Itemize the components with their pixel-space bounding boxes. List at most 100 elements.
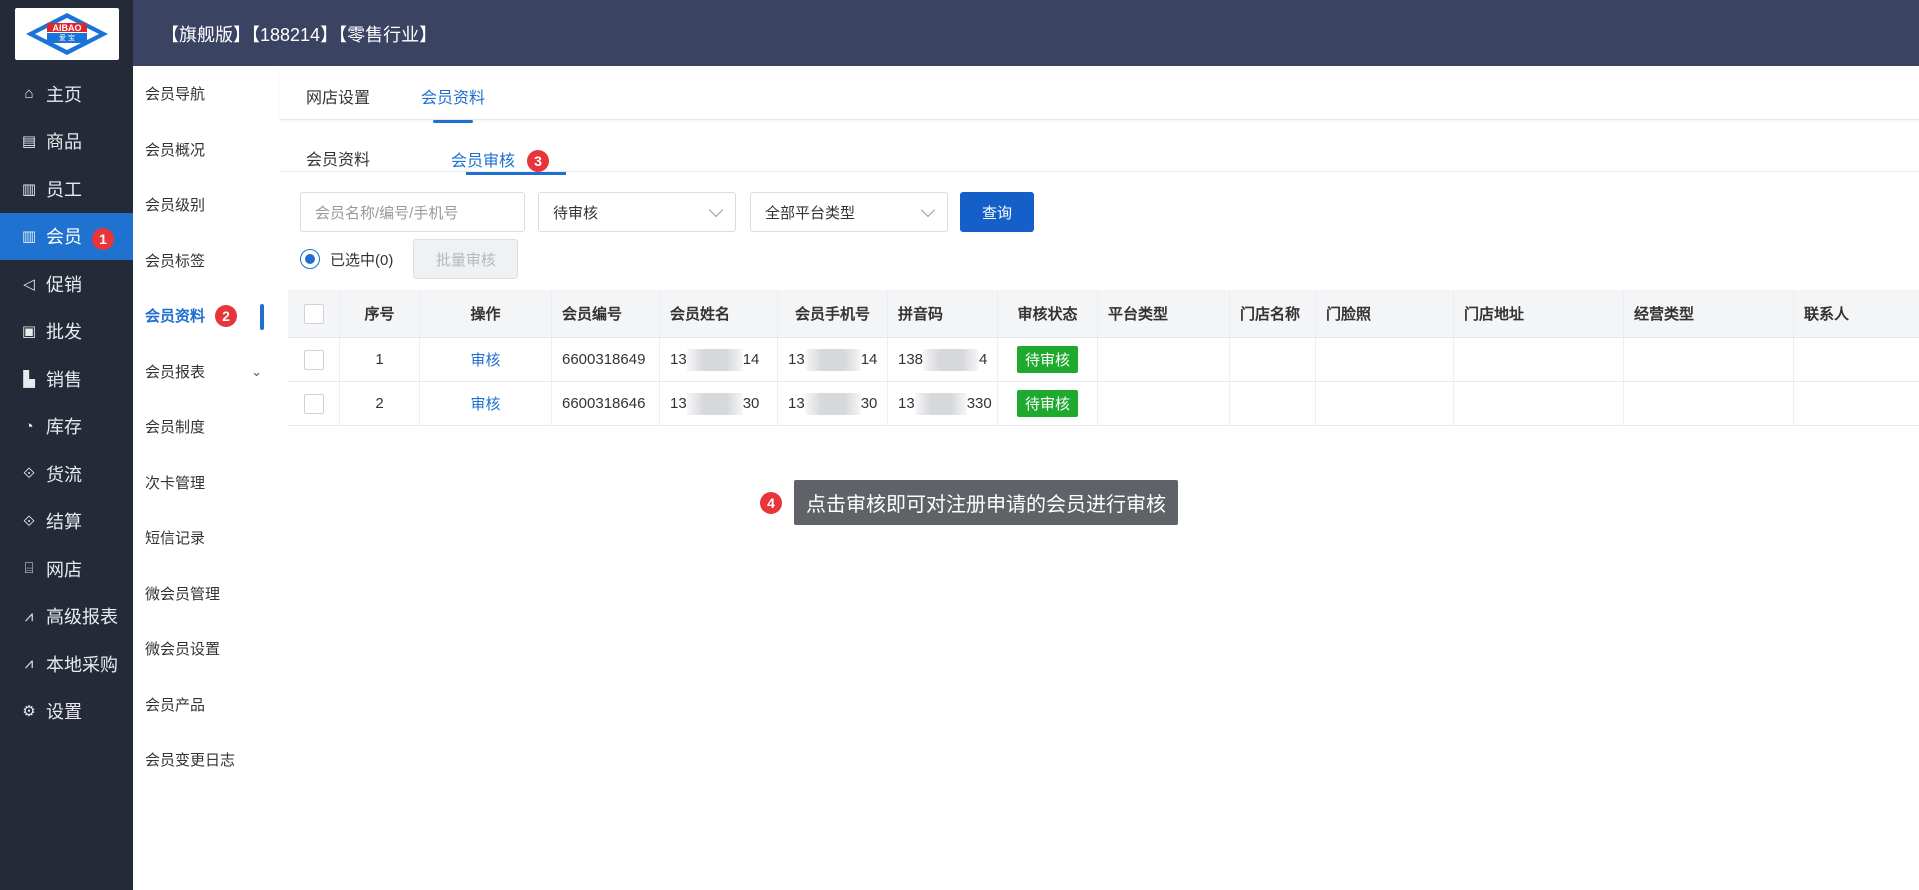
tab-member-profile[interactable]: 会员资料 xyxy=(421,84,485,123)
text-suffix: 330 xyxy=(966,395,992,412)
submenu-label: 会员导航 xyxy=(145,86,206,104)
submenu-item-level[interactable]: 会员级别 xyxy=(133,177,280,233)
active-indicator xyxy=(260,304,264,330)
radio-dot xyxy=(305,254,315,264)
promo-icon: ◁ xyxy=(23,275,35,293)
submenu-item-rules[interactable]: 会员制度 xyxy=(133,399,280,455)
status-select[interactable]: 待审核 xyxy=(538,192,736,232)
cell-status: 待审核 xyxy=(998,338,1098,381)
cell-phone: 13 14 xyxy=(778,338,888,381)
top-header: 【旗舰版】【188214】【零售行业】 xyxy=(133,0,1919,66)
col-header: 拼音码 xyxy=(888,290,998,337)
step-badge-2: 2 xyxy=(215,304,238,327)
submenu-label: 会员报表 xyxy=(145,363,206,381)
cell-store-name xyxy=(1230,338,1316,381)
batch-review-button[interactable]: 批量审核 xyxy=(413,239,519,279)
cell-platform xyxy=(1098,382,1230,425)
nav-label: 批发 xyxy=(46,322,82,343)
cell-action: 审核 xyxy=(420,338,552,381)
cell-member-no: 6600318646 xyxy=(552,382,660,425)
col-header: 经营类型 xyxy=(1624,290,1794,337)
col-header: 操作 xyxy=(420,290,552,337)
nav-label: 促销 xyxy=(46,274,82,295)
nav-item-member[interactable]: ▥ 会员 1 xyxy=(0,212,133,260)
cell-store-address xyxy=(1454,338,1624,381)
submenu-item-products[interactable]: 会员产品 xyxy=(133,677,280,733)
search-input[interactable]: 会员名称/编号/手机号 xyxy=(300,192,525,232)
stock-icon: ◔ xyxy=(24,417,34,435)
submenu-item-micro-settings[interactable]: 微会员设置 xyxy=(133,621,280,677)
submenu-item-member-profile[interactable]: 会员资料 2 xyxy=(133,288,280,344)
nav-item-goods[interactable]: ▤ 商品 xyxy=(0,118,133,166)
selected-radio[interactable] xyxy=(300,249,320,269)
nav-item-sales[interactable]: ▙ 销售 xyxy=(0,355,133,403)
nav-item-reports[interactable]: ⩘ 高级报表 xyxy=(0,593,133,641)
nav-item-promo[interactable]: ◁ 促销 xyxy=(0,260,133,308)
text-suffix: 14 xyxy=(742,351,760,368)
row-checkbox[interactable] xyxy=(303,349,324,370)
cell-member-no: 6600318649 xyxy=(552,338,660,381)
submenu-item-micro-manage[interactable]: 微会员管理 xyxy=(133,566,280,622)
cell-index: 2 xyxy=(340,382,420,425)
nav-item-stock[interactable]: ◔ 库存 xyxy=(0,403,133,451)
nav-item-home[interactable]: ⌂ 主页 xyxy=(0,70,133,118)
chart-icon: ⩘ xyxy=(24,607,34,625)
table-row: 2 审核 6600318646 13 30 13 30 13 330 待审核 xyxy=(288,382,1919,426)
logo-subtext: 爱 宝 xyxy=(59,35,75,42)
platform-select[interactable]: 全部平台类型 xyxy=(750,192,948,232)
redaction-blur xyxy=(914,392,967,415)
submenu-label: 会员制度 xyxy=(145,419,206,437)
submenu-item-overview[interactable]: 会员概况 xyxy=(133,122,280,178)
nav-item-staff[interactable]: ▥ 员工 xyxy=(0,165,133,213)
chevron-down-icon: ⌄ xyxy=(251,363,262,379)
filter-bar: 会员名称/编号/手机号 待审核 全部平台类型 查询 xyxy=(280,192,1919,236)
submenu-item-change-log[interactable]: 会员变更日志 xyxy=(133,732,280,788)
app-logo[interactable]: AIBAO 爱 宝 xyxy=(15,8,119,60)
select-all-checkbox[interactable] xyxy=(303,303,324,324)
row-checkbox[interactable] xyxy=(303,393,324,414)
flow-icon: ⟐ xyxy=(23,465,35,483)
select-value: 待审核 xyxy=(553,204,599,222)
text-suffix: 14 xyxy=(860,351,878,368)
submenu-item-tags[interactable]: 会员标签 xyxy=(133,233,280,289)
nav-item-purchase[interactable]: ⩘ 本地采购 xyxy=(0,640,133,688)
nav-item-flow[interactable]: ⟐ 货流 xyxy=(0,450,133,498)
submenu-item-reports[interactable]: 会员报表 ⌄ xyxy=(133,344,280,400)
tab-member-data[interactable]: 会员资料 xyxy=(306,146,370,170)
nav-label: 主页 xyxy=(46,84,82,105)
tab-shop-settings[interactable]: 网店设置 xyxy=(306,84,370,108)
review-link[interactable]: 审核 xyxy=(470,349,500,370)
nav-item-wholesale[interactable]: ▣ 批发 xyxy=(0,308,133,356)
nav-label: 本地采购 xyxy=(46,654,118,675)
nav-item-shop[interactable]: ⌸ 网店 xyxy=(0,545,133,593)
text-suffix: 30 xyxy=(860,395,878,412)
text-suffix: 4 xyxy=(979,351,988,368)
submenu-item-card-manage[interactable]: 次卡管理 xyxy=(133,455,280,511)
tab-underline xyxy=(466,172,566,175)
main-nav: ⌂ 主页 ▤ 商品 ▥ 员工 ▥ 会员 1 ◁ 促销 ▣ 批发 ▙ 销售 ◔ 库存 ⟐ 货流 ⟐ 结算… xyxy=(0,70,133,735)
submenu-item-sms-log[interactable]: 短信记录 xyxy=(133,510,280,566)
nav-label: 员工 xyxy=(46,179,82,200)
tab-member-review[interactable]: 会员审核 3 xyxy=(451,146,550,172)
tab-label: 会员审核 xyxy=(451,153,516,170)
redaction-blur xyxy=(804,392,861,415)
submenu-label: 次卡管理 xyxy=(145,474,206,492)
nav-item-settle[interactable]: ⟐ 结算 xyxy=(0,498,133,546)
selected-count: 已选中(0) xyxy=(330,251,394,269)
table-header-row: 序号 操作 会员编号 会员姓名 会员手机号 拼音码 审核状态 平台类型 门店名称… xyxy=(288,290,1919,338)
sub-tabs: 会员资料 会员审核 3 xyxy=(280,138,1919,175)
submenu-item-member-nav[interactable]: 会员导航 xyxy=(133,66,280,122)
cell-contact xyxy=(1794,382,1919,425)
cell-pinyin: 13 330 xyxy=(888,382,998,425)
select-value: 全部平台类型 xyxy=(765,204,856,222)
col-header: 会员编号 xyxy=(552,290,660,337)
settings-icon: ⚙ xyxy=(22,703,36,721)
col-header: 门店名称 xyxy=(1230,290,1316,337)
chevron-down-icon xyxy=(920,202,936,218)
review-link[interactable]: 审核 xyxy=(470,393,500,414)
shop-icon: ⌸ xyxy=(24,560,34,578)
nav-item-settings[interactable]: ⚙ 设置 xyxy=(0,688,133,736)
submenu-label: 会员概况 xyxy=(145,141,206,159)
member-review-table: 序号 操作 会员编号 会员姓名 会员手机号 拼音码 审核状态 平台类型 门店名称… xyxy=(288,290,1919,426)
query-button[interactable]: 查询 xyxy=(960,192,1034,232)
